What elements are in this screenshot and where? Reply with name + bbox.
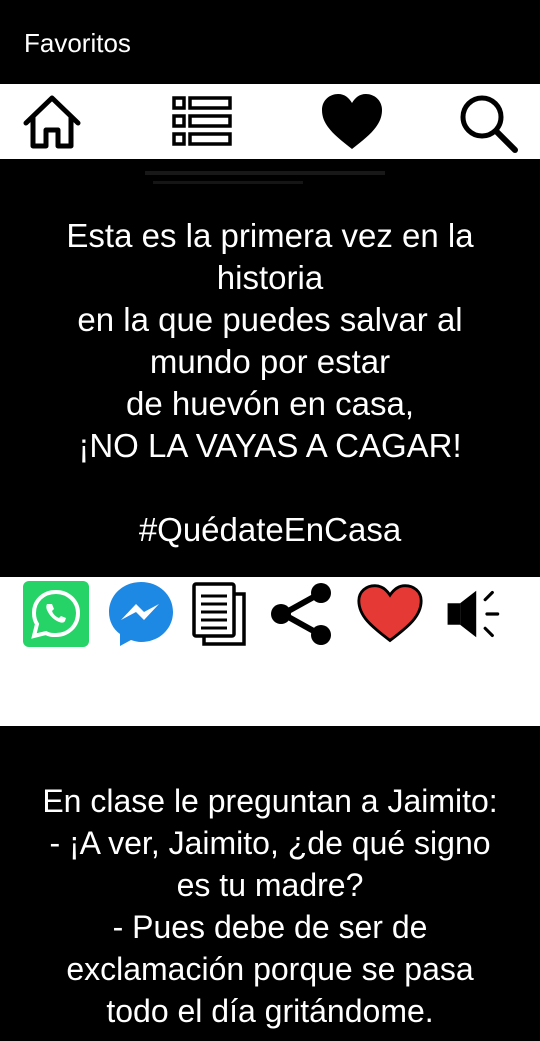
share-icon — [271, 583, 331, 645]
share-messenger-button[interactable] — [107, 580, 175, 648]
action-bar — [0, 577, 540, 726]
page-title: Favoritos — [24, 28, 131, 58]
tab-bar — [0, 84, 540, 159]
speaker-icon — [447, 590, 500, 638]
joke-line: - ¡A ver, Jaimito, ¿de qué signo — [49, 825, 491, 861]
joke-text: Esta es la primera vez en la historia en… — [10, 215, 530, 551]
favorite-toggle-button[interactable] — [356, 580, 424, 648]
whatsapp-icon — [23, 581, 89, 647]
tab-list[interactable] — [167, 90, 237, 154]
copy-text-button[interactable] — [186, 580, 254, 648]
joke-line: en la que puedes salvar al — [77, 301, 463, 338]
joke-text: En clase le preguntan a Jaimito: - ¡A ve… — [10, 780, 530, 1032]
joke-line: mundo por estar — [149, 343, 391, 380]
joke-card: En clase le preguntan a Jaimito: - ¡A ve… — [0, 726, 540, 1041]
joke-line: historia — [216, 259, 324, 296]
joke-card: Esta es la primera vez en la historia en… — [0, 159, 540, 577]
share-whatsapp-button[interactable] — [22, 580, 90, 648]
home-icon — [23, 95, 81, 149]
messenger-icon — [109, 582, 173, 646]
tab-favorites[interactable] — [317, 90, 387, 154]
list-icon — [172, 96, 232, 146]
read-aloud-button[interactable] — [444, 580, 512, 648]
tab-home[interactable] — [17, 90, 87, 154]
joke-line: En clase le preguntan a Jaimito: — [42, 783, 498, 819]
joke-line-blank — [10, 467, 530, 509]
joke-line: todo el día gritándome. — [106, 993, 434, 1029]
tab-search[interactable] — [452, 90, 522, 154]
app-bar: Favoritos — [0, 0, 540, 84]
share-button[interactable] — [267, 580, 335, 648]
joke-line: de huevón en casa, — [125, 385, 415, 422]
joke-line: ¡NO LA VAYAS A CAGAR! — [78, 427, 462, 464]
search-icon — [460, 95, 518, 153]
heart-icon — [322, 94, 382, 149]
heart-red-icon — [357, 584, 423, 643]
faded-heading-decoration — [145, 171, 385, 184]
joke-line: - Pues debe de ser de — [112, 909, 428, 945]
copy-icon — [192, 582, 246, 646]
joke-line: es tu madre? — [176, 867, 364, 903]
joke-hashtag: #QuédateEnCasa — [138, 511, 402, 548]
joke-line: exclamación porque se pasa — [66, 951, 474, 987]
joke-line: Esta es la primera vez en la — [66, 217, 474, 254]
